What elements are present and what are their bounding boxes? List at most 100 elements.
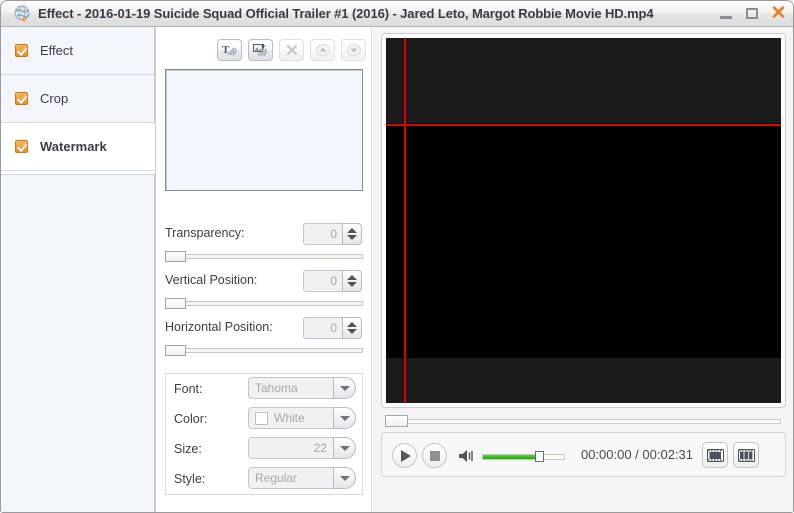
style-label: Style: (174, 472, 206, 486)
watermark-toolbar: T (217, 39, 366, 61)
vertical-position-spin-arrows[interactable] (342, 270, 362, 292)
style-value: Regular (248, 467, 333, 489)
size-select[interactable]: 22 (248, 437, 356, 459)
video-preview-frame (381, 33, 786, 408)
slider-thumb[interactable] (165, 345, 186, 356)
play-icon (401, 449, 411, 462)
seek-thumb[interactable] (385, 415, 408, 427)
add-text-watermark-button[interactable]: T (217, 39, 242, 61)
horizontal-position-value[interactable]: 0 (303, 317, 342, 339)
slider-track (165, 348, 363, 353)
close-x-icon (286, 44, 297, 56)
arrow-up-icon (347, 228, 357, 233)
move-down-button[interactable] (341, 39, 366, 61)
maximize-button[interactable] (744, 5, 761, 23)
color-label: Color: (174, 412, 208, 426)
minimize-button[interactable] (718, 5, 735, 23)
sidebar-item-crop[interactable]: Crop (1, 75, 155, 123)
slider-thumb[interactable] (165, 251, 186, 262)
play-button[interactable] (392, 443, 417, 468)
size-row: Size: 22 (166, 436, 362, 466)
arrow-down-icon (346, 44, 361, 56)
close-window-button[interactable]: ✕ (770, 4, 787, 23)
delete-watermark-button[interactable] (279, 39, 304, 61)
size-label: Size: (174, 442, 202, 456)
slider-track (165, 301, 363, 306)
film-strip-icon (706, 448, 724, 462)
horizontal-guide-line (386, 123, 781, 126)
horizontal-position-slider[interactable] (165, 345, 363, 356)
size-value: 22 (248, 437, 333, 459)
app-globe-flame-icon (14, 5, 32, 23)
style-select[interactable]: Regular (248, 467, 356, 489)
sidebar-item-label: Crop (40, 91, 69, 106)
multi-snapshot-button[interactable] (733, 442, 759, 468)
transparency-slider[interactable] (165, 251, 363, 262)
effect-checkbox[interactable] (15, 44, 28, 57)
stop-button[interactable] (422, 443, 447, 468)
font-select[interactable]: Tahoma (248, 377, 356, 399)
font-settings-group: Font: Tahoma Color: White Size: 22 Style… (165, 373, 363, 495)
window-title: Effect - 2016-01-19 Suicide Squad Offici… (38, 6, 654, 21)
volume-slider[interactable] (482, 451, 565, 462)
stop-icon (429, 450, 440, 461)
horizontal-position-spin-arrows[interactable] (342, 317, 362, 339)
player-controls: 00:00:00 / 00:02:31 (381, 432, 786, 477)
watermark-list[interactable] (165, 69, 363, 191)
video-letterbox-band (386, 122, 781, 359)
arrow-down-icon (347, 235, 357, 240)
watermark-checkbox[interactable] (15, 140, 28, 153)
horizontal-position-stepper[interactable]: 0 (303, 317, 362, 339)
sidebar-item-effect[interactable]: Effect (1, 27, 155, 75)
color-row: Color: White (166, 406, 362, 436)
preview-panel: 00:00:00 / 00:02:31 (373, 27, 793, 512)
title-bar: Effect - 2016-01-19 Suicide Squad Offici… (1, 1, 793, 27)
seek-bar[interactable] (385, 415, 781, 427)
style-row: Style: Regular (166, 466, 362, 496)
arrow-up-icon (315, 44, 330, 56)
slider-thumb[interactable] (165, 298, 186, 309)
video-canvas[interactable] (386, 38, 781, 403)
crop-checkbox[interactable] (15, 92, 28, 105)
speaker-icon[interactable] (458, 448, 478, 464)
arrow-down-icon (347, 282, 357, 287)
add-image-watermark-button[interactable] (248, 39, 273, 61)
time-display: 00:00:00 / 00:02:31 (580, 447, 694, 462)
vertical-position-slider[interactable] (165, 298, 363, 309)
chevron-down-icon[interactable] (333, 407, 356, 429)
sidebar-item-watermark[interactable]: Watermark (1, 123, 155, 171)
sidebar-item-label: Effect (40, 43, 74, 58)
volume-fill (483, 455, 537, 459)
text-watermark-icon: T (222, 44, 237, 56)
chevron-down-icon[interactable] (333, 437, 356, 459)
transparency-label: Transparency: (165, 226, 245, 240)
transparency-value[interactable]: 0 (303, 223, 342, 245)
chevron-down-icon[interactable] (333, 377, 356, 399)
window-controls: ✕ (718, 4, 787, 24)
arrow-up-icon (347, 322, 357, 327)
sidebar-empty-area (1, 174, 155, 512)
transparency-row: Transparency: 0 (157, 223, 372, 247)
vertical-position-stepper[interactable]: 0 (303, 270, 362, 292)
transparency-spin-arrows[interactable] (342, 223, 362, 245)
transparency-stepper[interactable]: 0 (303, 223, 362, 245)
volume-thumb[interactable] (535, 451, 544, 462)
vertical-position-value[interactable]: 0 (303, 270, 342, 292)
effect-window: Effect - 2016-01-19 Suicide Squad Offici… (0, 0, 794, 513)
font-value: Tahoma (248, 377, 333, 399)
color-value: White (274, 411, 305, 425)
color-value-wrap: White (248, 407, 333, 429)
seek-track (385, 419, 781, 424)
snapshot-button[interactable] (702, 442, 728, 468)
move-up-button[interactable] (310, 39, 335, 61)
sidebar-item-label: Watermark (40, 139, 107, 154)
window-body: Effect Crop Watermark T Transparency: 0 … (1, 27, 793, 512)
font-label: Font: (174, 382, 203, 396)
color-select[interactable]: White (248, 407, 356, 429)
sidebar: Effect Crop Watermark (1, 27, 156, 512)
horizontal-position-row: Horizontal Position: 0 (157, 317, 372, 341)
film-strip-multi-icon (737, 448, 755, 462)
image-watermark-icon (253, 44, 268, 57)
chevron-down-icon[interactable] (333, 467, 356, 489)
arrow-up-icon (347, 275, 357, 280)
